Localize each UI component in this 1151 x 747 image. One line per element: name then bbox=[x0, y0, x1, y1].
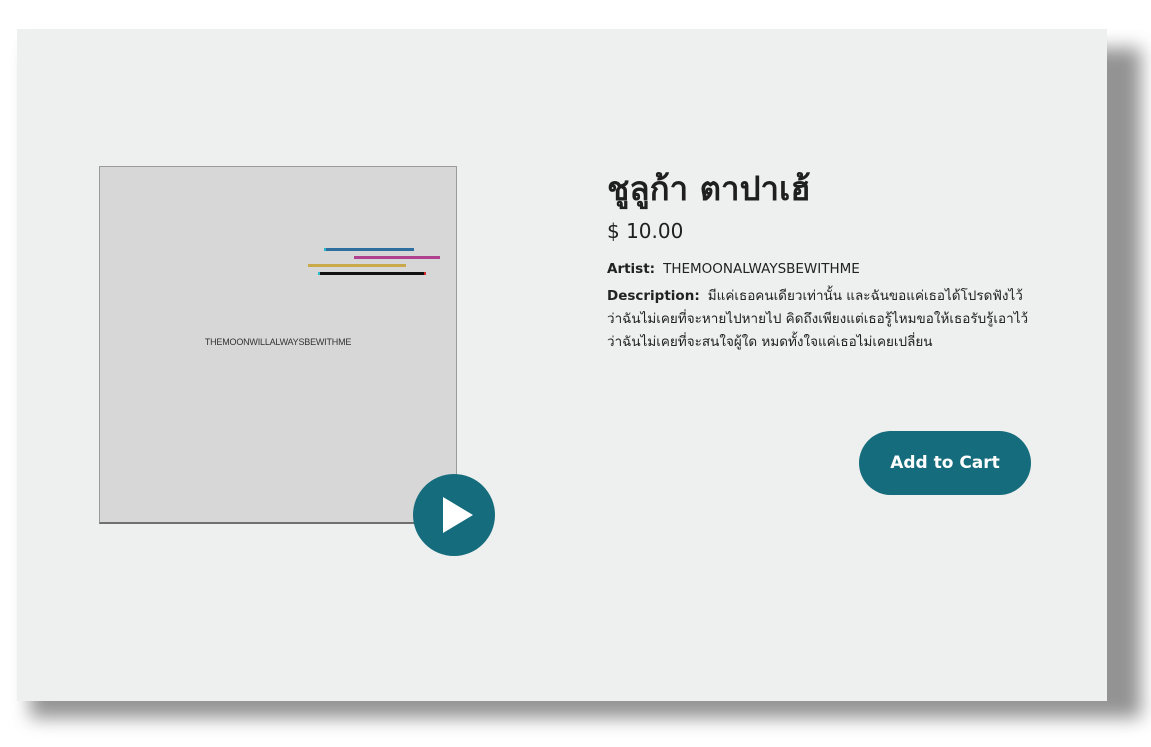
artist-name: THEMOONALWAYSBEWITHME bbox=[663, 260, 860, 277]
cover-text: THEMOONWILLALWAYSBEWITHME bbox=[204, 337, 352, 347]
cover-stripe bbox=[326, 248, 414, 251]
add-to-cart-button[interactable]: Add to Cart bbox=[859, 431, 1031, 495]
description-label: Description: bbox=[607, 287, 700, 304]
album-cover: THEMOONWILLALWAYSBEWITHME bbox=[99, 166, 457, 524]
artist-row: Artist: THEMOONALWAYSBEWITHME bbox=[607, 261, 1037, 277]
description: Description: มีแค่เธอคนเดียวเท่านั้น และฉ… bbox=[607, 285, 1037, 354]
artist-label: Artist: bbox=[607, 260, 656, 277]
cover-stripe bbox=[320, 272, 424, 275]
product-price: $ 10.00 bbox=[607, 218, 684, 243]
product-info: ชูลูก้า ตาปาเฮ้ $ 10.00 Artist: THEMOONAL… bbox=[607, 169, 1037, 354]
product-card: THEMOONWILLALWAYSBEWITHME ชูลูก้า ตาปาเฮ… bbox=[17, 29, 1107, 701]
cover-stripe bbox=[354, 256, 440, 259]
play-button[interactable] bbox=[413, 474, 495, 556]
cover-stripe bbox=[308, 264, 406, 267]
play-icon bbox=[443, 497, 473, 533]
product-title: ชูลูก้า ตาปาเฮ้ bbox=[607, 169, 811, 208]
